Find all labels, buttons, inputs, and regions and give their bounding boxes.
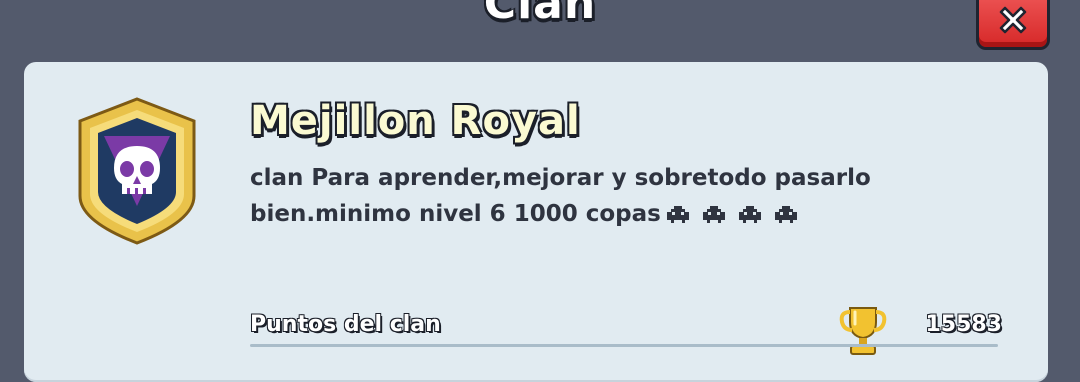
- page-title: Clan: [483, 0, 597, 29]
- trophy-icon: [839, 307, 887, 355]
- clan-name: Mejillon Royal: [250, 98, 581, 144]
- close-button[interactable]: [976, 0, 1050, 50]
- stat-row-clan-points: Puntos del clan 15583: [250, 304, 1002, 355]
- stat-value: 15583: [925, 312, 1002, 337]
- skull-badge-icon: [78, 97, 196, 245]
- emoji-group: [663, 204, 801, 226]
- alien-monster-icon: [666, 205, 689, 223]
- stat-label: Puntos del clan: [250, 312, 441, 337]
- close-icon: [999, 6, 1027, 34]
- clan-description: clan Para aprender,mejorar y sobretodo p…: [250, 160, 970, 232]
- alien-monster-icon: [738, 205, 761, 223]
- alien-monster-icon: [702, 205, 725, 223]
- alien-monster-icon: [774, 205, 797, 223]
- divider: [250, 344, 998, 347]
